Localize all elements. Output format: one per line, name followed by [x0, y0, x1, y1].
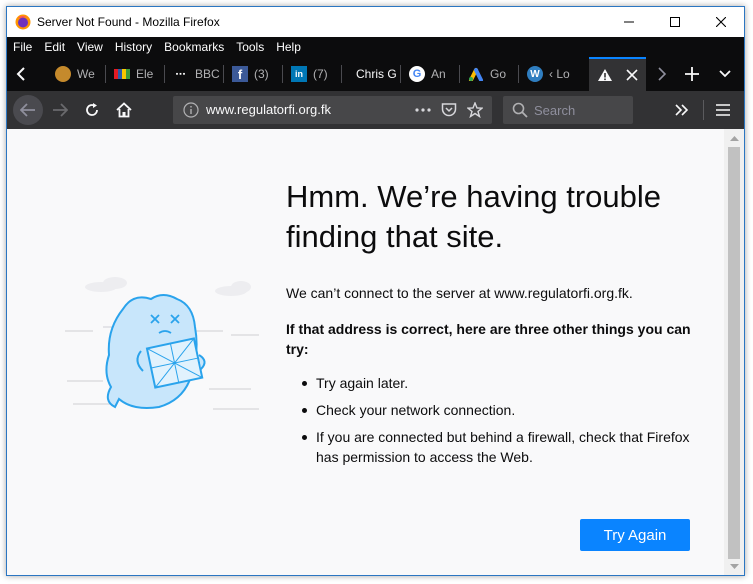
scroll-tabs-right-button[interactable] — [650, 57, 674, 91]
tab-6[interactable]: Chris G — [342, 57, 401, 91]
tab-3[interactable]: ▪▪▪ BBC — [165, 57, 224, 91]
menu-history[interactable]: History — [115, 40, 152, 54]
list-item: Check your network connection. — [302, 400, 702, 420]
reload-button[interactable] — [77, 95, 107, 125]
new-tab-button[interactable] — [677, 57, 707, 91]
url-text[interactable]: www.regulatorfi.org.fk — [206, 102, 331, 117]
arrow-right-icon — [53, 103, 68, 117]
chevron-left-icon — [16, 67, 25, 81]
window-title: Server Not Found - Mozilla Firefox — [37, 15, 220, 29]
error-illustration — [65, 277, 259, 410]
vertical-scrollbar[interactable] — [724, 129, 745, 575]
chevron-down-icon — [719, 70, 731, 78]
back-button[interactable] — [13, 95, 43, 125]
bbc-icon: ▪▪▪ — [175, 70, 187, 78]
color-bars-icon — [114, 66, 130, 82]
tab-5[interactable]: in (7) — [283, 57, 342, 91]
menu-tools[interactable]: Tools — [236, 40, 264, 54]
tab-active[interactable] — [589, 57, 646, 91]
menu-bar: File Edit View History Bookmarks Tools H… — [7, 37, 744, 57]
hamburger-menu-icon — [716, 104, 730, 116]
tab-label: An — [431, 67, 446, 81]
tab-label: BBC — [195, 67, 220, 81]
title-bar: Server Not Found - Mozilla Firefox — [7, 7, 744, 37]
tab-7[interactable]: G An — [401, 57, 460, 91]
wordpress-icon: W — [527, 66, 543, 82]
maximize-button[interactable] — [652, 7, 698, 37]
list-item: If you are connected but behind a firewa… — [302, 427, 702, 467]
suggestion-heading: If that address is correct, here are thr… — [286, 321, 691, 357]
reload-icon — [86, 103, 98, 116]
arrow-left-icon — [20, 103, 35, 117]
facebook-icon: f — [232, 66, 248, 82]
home-icon — [116, 102, 132, 118]
google-icon: G — [409, 66, 425, 82]
info-icon[interactable] — [183, 102, 199, 118]
close-tab-icon[interactable] — [626, 69, 638, 81]
overflow-menu-button[interactable] — [667, 95, 697, 125]
search-icon — [512, 102, 528, 118]
tab-4[interactable]: f (3) — [224, 57, 283, 91]
warning-icon — [597, 67, 613, 83]
tab-label: ‹ Lo — [549, 67, 570, 81]
search-placeholder: Search — [534, 103, 576, 118]
tab-2[interactable]: Ele — [106, 57, 165, 91]
tab-label: Ele — [136, 67, 154, 81]
site-icon — [55, 66, 71, 82]
suggestion-list: Try again later. Check your network conn… — [302, 373, 702, 474]
menu-bookmarks[interactable]: Bookmarks — [164, 40, 224, 54]
menu-edit[interactable]: Edit — [44, 40, 65, 54]
navigation-toolbar: www.regulatorfi.org.fk Search — [7, 91, 744, 129]
page-actions-icon[interactable] — [415, 108, 431, 112]
forward-button[interactable] — [45, 95, 75, 125]
close-icon — [716, 17, 726, 27]
plus-icon — [685, 67, 699, 81]
list-item: Try again later. — [302, 373, 702, 393]
pocket-icon[interactable] — [441, 102, 457, 118]
scroll-tabs-left-button[interactable] — [7, 57, 35, 91]
hamburger-menu-button[interactable] — [708, 95, 738, 125]
menu-file[interactable]: File — [13, 40, 32, 54]
url-bar[interactable]: www.regulatorfi.org.fk — [173, 96, 492, 124]
tab-label: Go — [490, 67, 507, 81]
search-bar[interactable]: Search — [503, 96, 633, 124]
tab-label: (7) — [313, 67, 328, 81]
tab-9[interactable]: W ‹ Lo — [519, 57, 578, 91]
error-title: Hmm. We’re having trouble finding that s… — [286, 179, 662, 254]
close-window-button[interactable] — [698, 7, 744, 37]
try-again-button[interactable]: Try Again — [580, 519, 690, 551]
tab-strip: We Ele ▪▪▪ BBC f (3) in (7) Chris G G An… — [7, 57, 744, 91]
maximize-icon — [670, 17, 680, 27]
scrollbar-thumb[interactable] — [728, 147, 740, 559]
list-all-tabs-button[interactable] — [710, 57, 740, 91]
browser-window: Server Not Found - Mozilla Firefox File … — [6, 6, 745, 576]
tab-1[interactable]: We — [47, 57, 106, 91]
scroll-up-icon[interactable] — [724, 131, 745, 147]
tab-label: (3) — [254, 67, 269, 81]
linkedin-icon: in — [291, 66, 307, 82]
google-ads-icon — [468, 66, 484, 82]
tab-label: We — [77, 67, 95, 81]
error-page: Hmm. We’re having trouble finding that s… — [7, 129, 724, 575]
tab-label: Chris G — [356, 67, 397, 81]
firefox-logo-icon — [15, 14, 31, 30]
error-description: We can’t connect to the server at www.re… — [286, 285, 633, 301]
tab-8[interactable]: Go — [460, 57, 519, 91]
minimize-button[interactable] — [606, 7, 652, 37]
home-button[interactable] — [109, 95, 139, 125]
menu-help[interactable]: Help — [276, 40, 301, 54]
chevron-right-icon — [658, 67, 667, 81]
bookmark-star-icon[interactable] — [467, 102, 483, 118]
minimize-icon — [624, 21, 634, 23]
scroll-down-icon[interactable] — [724, 559, 745, 575]
double-chevron-right-icon — [675, 104, 689, 116]
menu-view[interactable]: View — [77, 40, 103, 54]
